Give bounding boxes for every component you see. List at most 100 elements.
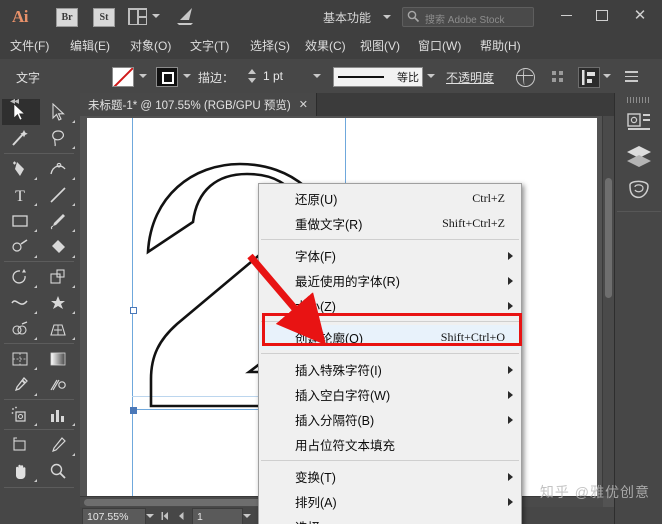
shape-builder-tool[interactable] [2,316,40,342]
menu-object[interactable]: 对象(O) [126,37,175,55]
vertical-scrollbar[interactable] [602,116,614,496]
blend-tool[interactable] [40,372,78,398]
slice-tool[interactable] [40,432,78,458]
type-tool[interactable]: T [2,182,40,208]
artboard-tool[interactable] [2,432,40,458]
chevron-down-icon[interactable] [427,74,435,78]
paintbrush-tool[interactable] [40,208,78,234]
recolor-artwork-icon[interactable] [552,71,564,83]
globe-icon[interactable] [515,67,535,87]
menu-item-shortcut: Shift+Ctrl+Z [442,216,505,230]
menu-item-redo-type[interactable]: 重做文字(R) Shift+Ctrl+Z [259,211,521,236]
panel-menu-icon[interactable] [625,71,638,82]
scrollbar-thumb[interactable] [605,178,612,298]
close-icon[interactable]: ✕ [299,98,308,111]
minimize-button[interactable] [548,0,584,30]
menu-select[interactable]: 选择(S) [246,37,294,55]
column-graph-tool[interactable] [40,402,78,428]
scale-tool[interactable] [40,264,78,290]
scrollbar-thumb[interactable] [84,499,284,506]
chevron-down-icon[interactable] [146,514,154,518]
perspective-grid-tool[interactable] [40,316,78,342]
chevron-down-icon[interactable] [243,514,251,518]
stroke-weight-value[interactable]: 1 pt [263,69,283,83]
libraries-panel-icon[interactable] [624,175,654,205]
menu-item-transform[interactable]: 变换(T) [259,464,521,489]
page-number-field[interactable]: 1 [192,508,243,524]
layers-panel-icon[interactable] [624,141,654,171]
sail-icon[interactable] [175,7,195,26]
menu-item-shortcut: Shift+Ctrl+O [440,330,505,344]
hand-tool[interactable] [2,458,40,484]
dock-grip[interactable] [627,97,651,103]
maximize-button[interactable] [584,0,620,30]
curvature-tool[interactable] [40,156,78,182]
menu-separator [261,321,519,322]
menu-item-arrange[interactable]: 排列(A) [259,489,521,514]
menu-item-label: 重做文字(R) [295,218,363,232]
fill-swatch[interactable] [112,67,134,87]
pen-tool[interactable] [2,156,40,182]
chevron-down-icon[interactable] [139,74,147,78]
menu-item-insert-break-character[interactable]: 插入分隔符(B) [259,407,521,432]
eyedropper-tool[interactable] [2,372,40,398]
menu-item-insert-whitespace-character[interactable]: 插入空白字符(W) [259,382,521,407]
chevron-down-icon[interactable] [383,15,391,19]
menu-view[interactable]: 视图(V) [356,37,404,55]
menu-item-font[interactable]: 字体(F) [259,243,521,268]
mesh-tool[interactable] [2,346,40,372]
stroke-weight-stepper[interactable] [248,69,257,83]
bridge-button[interactable]: Br [56,8,78,27]
menu-window[interactable]: 窗口(W) [414,37,465,55]
first-page-icon[interactable] [160,511,170,521]
line-segment-tool[interactable] [40,182,78,208]
menu-item-insert-special-character[interactable]: 插入特殊字符(I) [259,357,521,382]
rotate-tool[interactable] [2,264,40,290]
chevron-down-icon[interactable] [603,74,611,78]
rectangle-tool[interactable] [2,208,40,234]
opacity-label[interactable]: 不透明度 [446,69,494,86]
menu-item-select[interactable]: 选择 [259,514,521,524]
prev-page-icon[interactable] [176,511,186,521]
menu-type[interactable]: 文字(T) [186,37,233,55]
close-button[interactable]: ✕ [622,0,658,30]
stock-search-input[interactable]: 搜索 Adobe Stock [402,7,534,27]
gradient-tool[interactable] [40,346,78,372]
menu-item-undo[interactable]: 还原(U) Ctrl+Z [259,186,521,211]
chevron-right-icon [508,415,513,424]
eraser-tool[interactable] [40,234,78,260]
stroke-swatch[interactable] [156,67,178,87]
menu-item-create-outlines[interactable]: 创建轮廓(O) Shift+Ctrl+O [259,325,521,350]
symbol-sprayer-tool[interactable] [2,402,40,428]
document-tab[interactable]: 未标题-1* @ 107.55% (RGB/GPU 预览) ✕ [80,93,317,116]
selection-tool[interactable] [2,99,40,125]
magic-wand-tool[interactable] [2,125,40,151]
direct-selection-tool[interactable] [40,99,78,125]
context-menu[interactable]: 还原(U) Ctrl+Z 重做文字(R) Shift+Ctrl+Z 字体(F) … [258,183,522,524]
collapse-panel-icon[interactable]: ◂◂ [10,96,19,107]
menu-file[interactable]: 文件(F) [6,37,53,55]
stock-button[interactable]: St [93,8,115,27]
chevron-down-icon[interactable] [183,74,191,78]
watermark: 知乎 @雅优创意 [539,484,650,500]
free-transform-tool[interactable] [40,290,78,316]
arrange-documents-icon[interactable] [128,8,147,25]
shaper-tool[interactable] [2,234,40,260]
chevron-down-icon[interactable] [152,14,160,18]
menu-item-fill-with-placeholder-text[interactable]: 用占位符文本填充 [259,432,521,457]
zoom-tool[interactable] [40,458,78,484]
chevron-down-icon[interactable] [313,74,321,78]
menu-effect[interactable]: 效果(C) [301,37,350,55]
menu-help[interactable]: 帮助(H) [476,37,525,55]
stroke-profile-selector[interactable]: 等比 [333,67,423,87]
align-icon[interactable] [578,67,600,88]
lasso-tool[interactable] [40,125,78,151]
workspace-switcher-label[interactable]: 基本功能 [323,9,371,26]
zoom-level-field[interactable]: 107.55% [82,508,146,524]
menu-item-recent-fonts[interactable]: 最近使用的字体(R) [259,268,521,293]
menu-item-size[interactable]: 大小(Z) [259,293,521,318]
properties-panel-icon[interactable] [624,107,654,137]
width-tool[interactable] [2,290,40,316]
menu-edit[interactable]: 编辑(E) [66,37,114,55]
menu-bar: 文件(F) 编辑(E) 对象(O) 文字(T) 选择(S) 效果(C) 视图(V… [0,33,662,60]
